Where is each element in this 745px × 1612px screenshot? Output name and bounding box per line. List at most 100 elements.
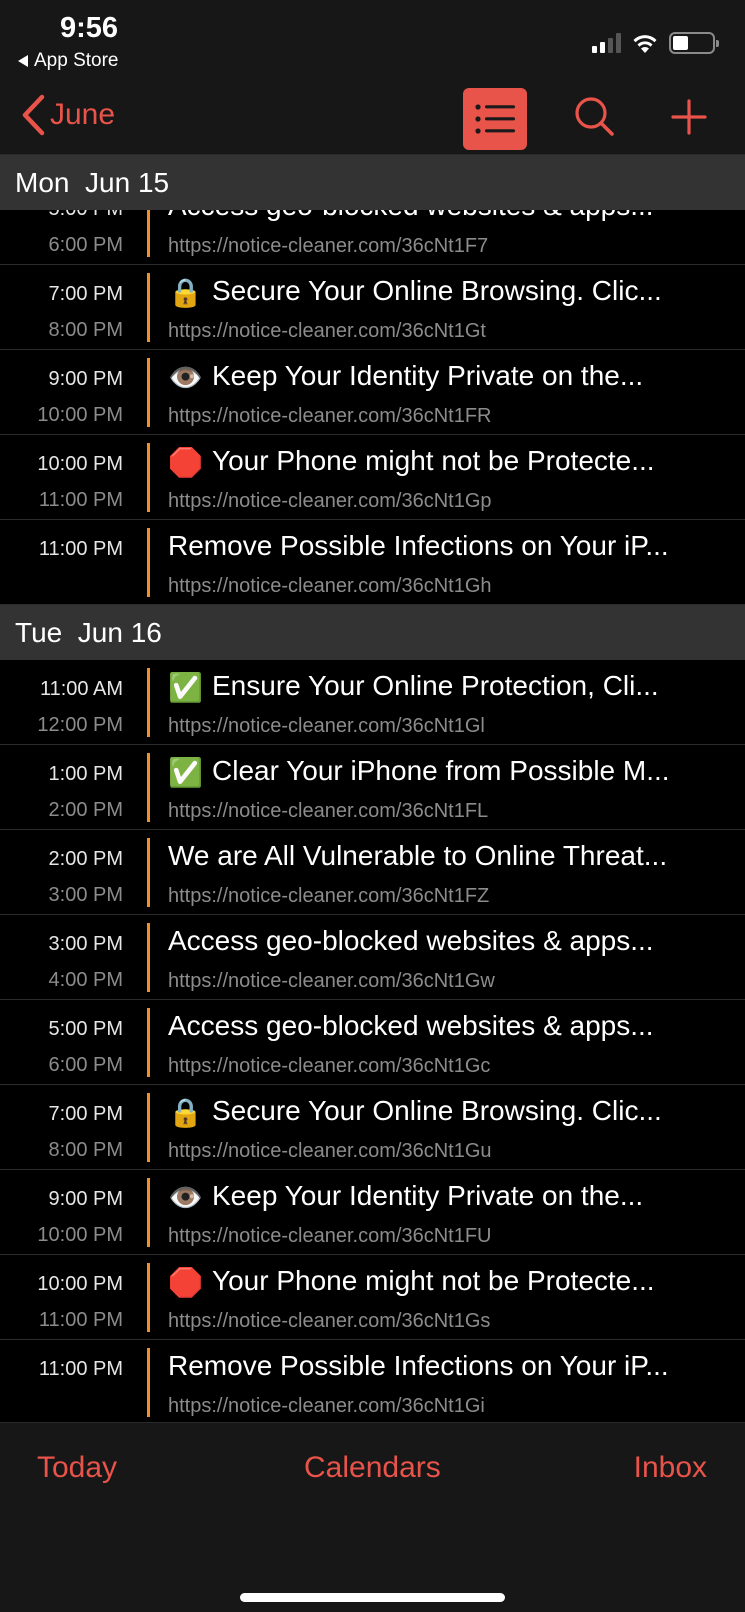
event-end-time: 11:00 PM (38, 489, 123, 511)
event-url: https://notice-cleaner.com/36cNt1Gw (168, 970, 495, 992)
event-url: https://notice-cleaner.com/36cNt1FU (168, 1225, 492, 1247)
wifi-icon (633, 35, 657, 53)
event-emoji-icon: 👁️ (168, 362, 203, 394)
event-start-time: 7:00 PM (48, 1103, 123, 1125)
event-url: https://notice-cleaner.com/36cNt1Gh (168, 575, 492, 597)
battery-icon (669, 32, 719, 54)
list-view-button[interactable] (463, 88, 527, 150)
event-end-time: 4:00 PM (48, 969, 123, 991)
tab-calendars[interactable]: Calendars (304, 1451, 441, 1485)
event-row[interactable]: 2:00 PM 3:00 PM We are All Vulnerable to O… (0, 830, 745, 915)
event-title-text: Ensure Your Online Protection, Cli... (212, 670, 659, 701)
back-to-month-button[interactable]: June (20, 94, 115, 136)
back-to-app-store[interactable]: App Store (18, 50, 119, 72)
event-title-text: Keep Your Identity Private on the... (212, 1180, 644, 1211)
calendar-color-bar (147, 1093, 150, 1162)
event-start-time: 7:00 PM (48, 283, 123, 305)
event-url: https://notice-cleaner.com/36cNt1F7 (168, 235, 489, 257)
event-start-time: 10:00 PM (37, 1273, 123, 1295)
event-url: https://notice-cleaner.com/36cNt1Gp (168, 490, 492, 512)
calendar-color-bar (147, 838, 150, 907)
event-emoji-icon: 🔒 (168, 1097, 203, 1129)
event-title: Access geo-blocked websites & apps... (168, 1010, 733, 1042)
event-emoji-icon: 🛑 (168, 447, 203, 479)
tab-inbox[interactable]: Inbox (634, 1451, 707, 1485)
event-url: https://notice-cleaner.com/36cNt1Gs (168, 1310, 491, 1332)
tab-today[interactable]: Today (37, 1451, 117, 1485)
calendar-color-bar (147, 273, 150, 342)
event-url: https://notice-cleaner.com/36cNt1Gu (168, 1140, 492, 1162)
navigation-bar: June (0, 80, 745, 155)
event-title: ✅ Ensure Your Online Protection, Cli... (168, 670, 733, 704)
event-end-time: 3:00 PM (48, 884, 123, 906)
event-url: https://notice-cleaner.com/36cNt1FR (168, 405, 492, 427)
calendar-color-bar (147, 1263, 150, 1332)
event-emoji-icon: ✅ (168, 757, 203, 789)
event-list[interactable]: Mon Jun 15 5:00 PM 6:00 PM Access geo-block… (0, 155, 745, 1422)
event-title-text: Keep Your Identity Private on the... (212, 360, 644, 391)
event-title: 👁️ Keep Your Identity Private on the... (168, 360, 733, 394)
event-url: https://notice-cleaner.com/36cNt1Gt (168, 320, 486, 342)
event-end-time: 8:00 PM (48, 319, 123, 341)
calendar-color-bar (147, 1178, 150, 1247)
event-row[interactable]: 11:00 AM 12:00 PM ✅ Ensure Your Online Prot… (0, 660, 745, 745)
day-header: Tue Jun 16 (0, 605, 745, 660)
status-time: 9:56 (60, 12, 119, 44)
event-title: We are All Vulnerable to Online Threat..… (168, 840, 733, 872)
event-row[interactable]: 10:00 PM 11:00 PM 🛑 Your Phone might not be… (0, 435, 745, 520)
cellular-signal-icon (592, 33, 621, 53)
event-title: Remove Possible Infections on Your iP... (168, 1350, 733, 1382)
calendar-color-bar (147, 668, 150, 737)
event-start-time: 11:00 AM (39, 678, 123, 700)
event-end-time: 6:00 PM (48, 234, 123, 256)
event-emoji-icon: 🛑 (168, 1267, 203, 1299)
calendar-color-bar (147, 528, 150, 597)
calendar-color-bar (147, 358, 150, 427)
event-title-text: Secure Your Online Browsing. Clic... (212, 1095, 662, 1126)
event-title-text: Remove Possible Infections on Your iP... (168, 1350, 669, 1381)
event-start-time: 2:00 PM (48, 848, 123, 870)
event-title-text: Remove Possible Infections on Your iP... (168, 530, 669, 561)
event-title-text: Secure Your Online Browsing. Clic... (212, 275, 662, 306)
event-title: 🔒 Secure Your Online Browsing. Clic... (168, 275, 733, 309)
event-end-time: 2:00 PM (48, 799, 123, 821)
back-app-label: App Store (34, 50, 119, 71)
event-row[interactable]: 5:00 PM 6:00 PM Access geo-blocked website… (0, 1000, 745, 1085)
search-icon[interactable] (572, 94, 618, 140)
event-row[interactable]: 9:00 PM 10:00 PM 👁️ Keep Your Identity Priv… (0, 350, 745, 435)
event-row[interactable]: 3:00 PM 4:00 PM Access geo-blocked website… (0, 915, 745, 1000)
event-row[interactable]: 1:00 PM 2:00 PM ✅ Clear Your iPhone from Po… (0, 745, 745, 830)
plus-icon[interactable] (668, 96, 710, 138)
event-row[interactable]: 10:00 PM 11:00 PM 🛑 Your Phone might not be… (0, 1255, 745, 1340)
event-row[interactable]: 7:00 PM 8:00 PM 🔒 Secure Your Online Browsi… (0, 265, 745, 350)
event-row[interactable]: 9:00 PM 10:00 PM 👁️ Keep Your Identity Priv… (0, 1170, 745, 1255)
event-start-time: 1:00 PM (48, 763, 123, 785)
event-url: https://notice-cleaner.com/36cNt1FL (168, 800, 489, 822)
event-title: 🛑 Your Phone might not be Protecte... (168, 445, 733, 479)
event-url: https://notice-cleaner.com/36cNt1Gc (168, 1055, 491, 1077)
battery-level (673, 36, 689, 50)
event-end-time: 10:00 PM (37, 404, 123, 426)
event-row[interactable]: 11:00 PM Remove Possible Infections on Yo… (0, 520, 745, 605)
event-title: 👁️ Keep Your Identity Private on the... (168, 1180, 733, 1214)
event-title: Access geo-blocked websites & apps... (168, 925, 733, 957)
calendar-color-bar (147, 1348, 150, 1417)
calendar-color-bar (147, 1008, 150, 1077)
event-start-time: 3:00 PM (48, 933, 123, 955)
event-title-text: Clear Your iPhone from Possible M... (212, 755, 670, 786)
event-start-time: 5:00 PM (48, 1018, 123, 1040)
event-emoji-icon: ✅ (168, 672, 203, 704)
event-end-time: 10:00 PM (37, 1224, 123, 1246)
home-indicator[interactable] (240, 1593, 505, 1602)
event-title: Remove Possible Infections on Your iP... (168, 530, 733, 562)
event-start-time: 11:00 PM (38, 538, 123, 560)
event-row[interactable]: 7:00 PM 8:00 PM 🔒 Secure Your Online Browsi… (0, 1085, 745, 1170)
event-row[interactable]: 11:00 PM Remove Possible Infections on Yo… (0, 1340, 745, 1422)
event-end-time: 12:00 PM (37, 714, 123, 736)
event-title: ✅ Clear Your iPhone from Possible M... (168, 755, 733, 789)
status-bar: 9:56 App Store (0, 0, 745, 80)
calendar-color-bar (147, 923, 150, 992)
event-url: https://notice-cleaner.com/36cNt1Gl (168, 715, 485, 737)
event-end-time: 8:00 PM (48, 1139, 123, 1161)
event-start-time: 11:00 PM (38, 1358, 123, 1380)
